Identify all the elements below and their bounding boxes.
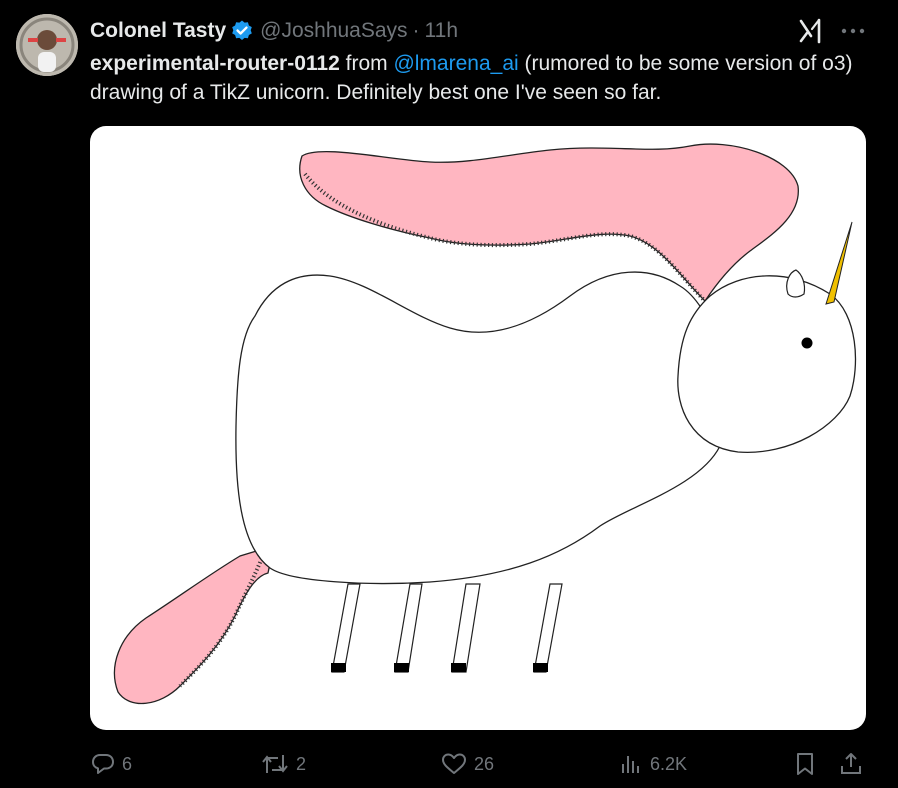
like-button[interactable]: 26 (440, 748, 494, 780)
unicorn-ear-shape (786, 269, 806, 298)
like-count: 26 (474, 753, 495, 774)
tweet-actions: 6 2 26 6.2K (90, 748, 880, 780)
mention-link[interactable]: @lmarena_ai (393, 52, 518, 75)
share-icon (841, 753, 861, 774)
tweet-text: experimental-router-0112 from @lmarena_a… (90, 49, 880, 107)
reply-icon (92, 754, 114, 774)
avatar[interactable] (16, 14, 78, 76)
verified-badge-icon[interactable] (230, 19, 254, 43)
views-chart-icon (622, 756, 639, 773)
grok-icon[interactable] (796, 16, 826, 46)
unicorn-tail-shape (113, 547, 270, 705)
repost-button[interactable]: 2 (260, 748, 306, 780)
unicorn-body-shape (235, 271, 728, 585)
author-handle[interactable]: @JoshhuaSays (260, 19, 407, 43)
display-name[interactable]: Colonel Tasty (90, 19, 226, 43)
unicorn-eye-shape (801, 337, 813, 349)
tweet-lead-bold: experimental-router-0112 (90, 52, 340, 75)
repost-count: 2 (296, 753, 307, 774)
reply-count: 6 (122, 753, 133, 774)
separator-dot: · (412, 19, 420, 42)
views-count: 6.2K (650, 753, 688, 774)
views-button[interactable]: 6.2K (618, 748, 687, 780)
more-options-icon[interactable] (838, 18, 868, 44)
unicorn-legs (331, 583, 563, 673)
tweet: Colonel Tasty @JoshhuaSays · 11h experim… (0, 0, 898, 788)
unicorn-horn-shape (825, 221, 853, 305)
repost-icon (262, 755, 288, 773)
tweet-text-part-1: from (339, 52, 394, 75)
bookmark-button[interactable] (792, 748, 824, 780)
bookmark-icon (797, 753, 813, 775)
tweet-image[interactable] (90, 126, 866, 730)
heart-icon (442, 753, 466, 774)
share-button[interactable] (838, 748, 870, 780)
unicorn-mane-shape (299, 143, 799, 303)
tweet-header: Colonel Tasty @JoshhuaSays · 11h (90, 16, 458, 46)
timestamp[interactable]: 11h (425, 19, 458, 43)
reply-button[interactable]: 6 (90, 748, 132, 780)
